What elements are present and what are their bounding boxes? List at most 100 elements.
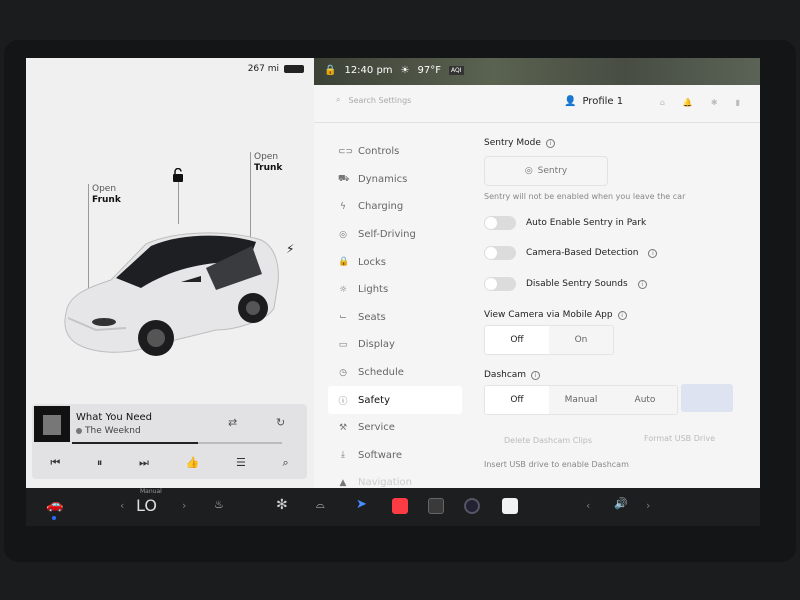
playback-progress[interactable]: [72, 442, 282, 444]
artist-name: The Weeknd: [85, 426, 141, 436]
search-media-icon[interactable]: ⌕: [283, 456, 289, 470]
unlock-icon[interactable]: [172, 168, 184, 182]
open-frunk-button[interactable]: Open Frunk: [92, 184, 121, 206]
info-icon[interactable]: i: [637, 279, 647, 289]
menu-item-seats[interactable]: ⌙ Seats: [328, 304, 462, 332]
thumbs-up-icon[interactable]: 👍: [186, 456, 200, 469]
menu-item-locks[interactable]: 🔒 Locks: [328, 248, 462, 276]
wrench-icon: ⚒: [338, 422, 348, 433]
view-camera-on-option[interactable]: On: [549, 326, 613, 354]
download-icon: ⤓: [341, 450, 345, 461]
calendar-app-icon[interactable]: [502, 498, 518, 514]
sun-icon: ☀: [400, 65, 410, 76]
active-indicator: [52, 516, 56, 520]
menu-item-label: Seats: [358, 311, 386, 323]
format-usb-button[interactable]: Format USB Drive: [644, 434, 715, 443]
charge-port-icon[interactable]: ⚡: [286, 242, 294, 256]
navigation-icon: ▲: [339, 477, 347, 488]
signal-icon[interactable]: ▮: [736, 98, 740, 107]
fan-level[interactable]: LO: [136, 496, 157, 515]
menu-item-lights[interactable]: ☼ Lights: [328, 276, 462, 304]
equalizer-icon[interactable]: ☰: [236, 456, 246, 469]
album-art[interactable]: [34, 406, 70, 442]
search-placeholder: Search Settings: [348, 95, 412, 105]
delete-dashcam-clips-button[interactable]: Delete Dashcam Clips: [504, 436, 592, 445]
camera-detection-toggle[interactable]: [484, 246, 516, 260]
auto-enable-sentry-row[interactable]: Auto Enable Sentry in Park: [484, 216, 646, 230]
usb-note: Insert USB drive to enable Dashcam: [484, 460, 629, 469]
menu-item-controls[interactable]: ⊂⊃ Controls: [328, 138, 462, 166]
dashcam-auto-option[interactable]: Auto: [613, 386, 677, 414]
view-camera-off-option[interactable]: Off: [485, 326, 549, 354]
sentry-button-label: Sentry: [537, 166, 568, 176]
disable-sentry-sounds-toggle[interactable]: [484, 277, 516, 291]
frunk-label: Frunk: [92, 195, 121, 205]
shuffle-icon[interactable]: ⇄: [228, 416, 237, 429]
dashcam-title-text: Dashcam: [484, 370, 527, 380]
menu-item-display[interactable]: ▭ Display: [328, 331, 462, 359]
bluetooth-icon[interactable]: ✱: [711, 98, 718, 107]
menu-item-label: Schedule: [358, 367, 404, 379]
menu-item-schedule[interactable]: ◷ Schedule: [328, 359, 462, 387]
camera-app-icon[interactable]: [464, 498, 480, 514]
menu-item-navigation[interactable]: ▲ Navigation: [328, 469, 462, 488]
open-trunk-button[interactable]: Open Trunk: [254, 152, 282, 174]
menu-item-software[interactable]: ⤓ Software: [328, 442, 462, 470]
defrost-icon[interactable]: ⌓: [316, 498, 325, 512]
sentry-icon: ◎: [524, 166, 533, 176]
volume-icon[interactable]: 🔊: [614, 497, 628, 510]
menu-item-dynamics[interactable]: ⛟ Dynamics: [328, 166, 462, 194]
search-settings[interactable]: ⌕ Search Settings: [336, 95, 411, 105]
camera-detection-row[interactable]: Camera-Based Detection i: [484, 246, 658, 260]
dashcam-off-option[interactable]: Off: [485, 386, 549, 414]
fan-icon[interactable]: ✻: [276, 497, 288, 513]
repeat-icon[interactable]: ↻: [276, 416, 285, 429]
music-app-icon[interactable]: [392, 498, 408, 514]
menu-item-label: Charging: [358, 201, 404, 213]
menu-item-self-driving[interactable]: ◎ Self-Driving: [328, 221, 462, 249]
touchscreen: 267 mi Open Frunk Open Trunk ⚡ What You …: [26, 58, 760, 488]
info-icon[interactable]: i: [531, 370, 541, 380]
info-icon[interactable]: i: [648, 248, 658, 258]
menu-item-charging[interactable]: ϟ Charging: [328, 193, 462, 221]
trunk-label-open: Open: [254, 152, 279, 162]
view-camera-selector: Off On: [484, 325, 614, 355]
seat-heater-icon[interactable]: ♨: [214, 498, 224, 511]
map-status-bar: 🔒 12:40 pm ☀ 97°F AQI: [314, 58, 760, 85]
menu-item-label: Navigation: [358, 477, 412, 488]
battery-icon: [284, 65, 304, 73]
sentry-mode-title: Sentry Mode i: [484, 138, 555, 148]
sentry-button[interactable]: ◎ Sentry: [484, 156, 608, 186]
info-icon[interactable]: i: [617, 310, 627, 320]
temp-down-chevron-icon[interactable]: ‹: [120, 499, 124, 512]
display-icon: ▭: [338, 339, 348, 350]
info-icon[interactable]: i: [545, 138, 555, 148]
settings-pane: 🔒 12:40 pm ☀ 97°F AQI ⌕ Search Settings …: [314, 58, 760, 488]
menu-item-safety[interactable]: ⓘ Safety: [328, 386, 462, 414]
profile-name: Profile 1: [582, 96, 624, 107]
menu-item-label: Dynamics: [358, 173, 408, 185]
volume-down-chevron-icon[interactable]: ‹: [586, 499, 590, 512]
dashcam-manual-option[interactable]: Manual: [549, 386, 613, 414]
previous-track-icon[interactable]: ⏮: [50, 456, 60, 470]
navigation-app-icon[interactable]: ➤: [356, 497, 367, 512]
next-track-icon[interactable]: ⏭: [139, 456, 149, 470]
seat-icon: ⌙: [339, 312, 347, 323]
garage-icon[interactable]: ⌂: [660, 98, 665, 107]
volume-up-chevron-icon[interactable]: ›: [646, 499, 650, 512]
toggle-icon: ⊂⊃: [338, 146, 354, 157]
disable-sentry-sounds-row[interactable]: Disable Sentry Sounds i: [484, 277, 647, 291]
auto-enable-sentry-toggle[interactable]: [484, 216, 516, 230]
disable-sentry-sounds-label: Disable Sentry Sounds: [526, 279, 628, 289]
bolt-icon: ϟ: [340, 201, 346, 212]
source-icon: [76, 428, 82, 434]
temp-up-chevron-icon[interactable]: ›: [182, 499, 186, 512]
apps-icon[interactable]: [428, 498, 444, 514]
car-icon[interactable]: 🚗: [46, 497, 63, 513]
bell-icon[interactable]: 🔔: [683, 98, 693, 107]
pause-icon[interactable]: ⏸: [97, 456, 103, 470]
profile-button[interactable]: 👤 Profile 1: [564, 96, 623, 107]
dashcam-selector: Off Manual Auto: [484, 385, 678, 415]
settings-menu: ⊂⊃ Controls ⛟ Dynamics ϟ Charging ◎ Self-Drivin…: [328, 138, 462, 488]
menu-item-service[interactable]: ⚒ Service: [328, 414, 462, 442]
